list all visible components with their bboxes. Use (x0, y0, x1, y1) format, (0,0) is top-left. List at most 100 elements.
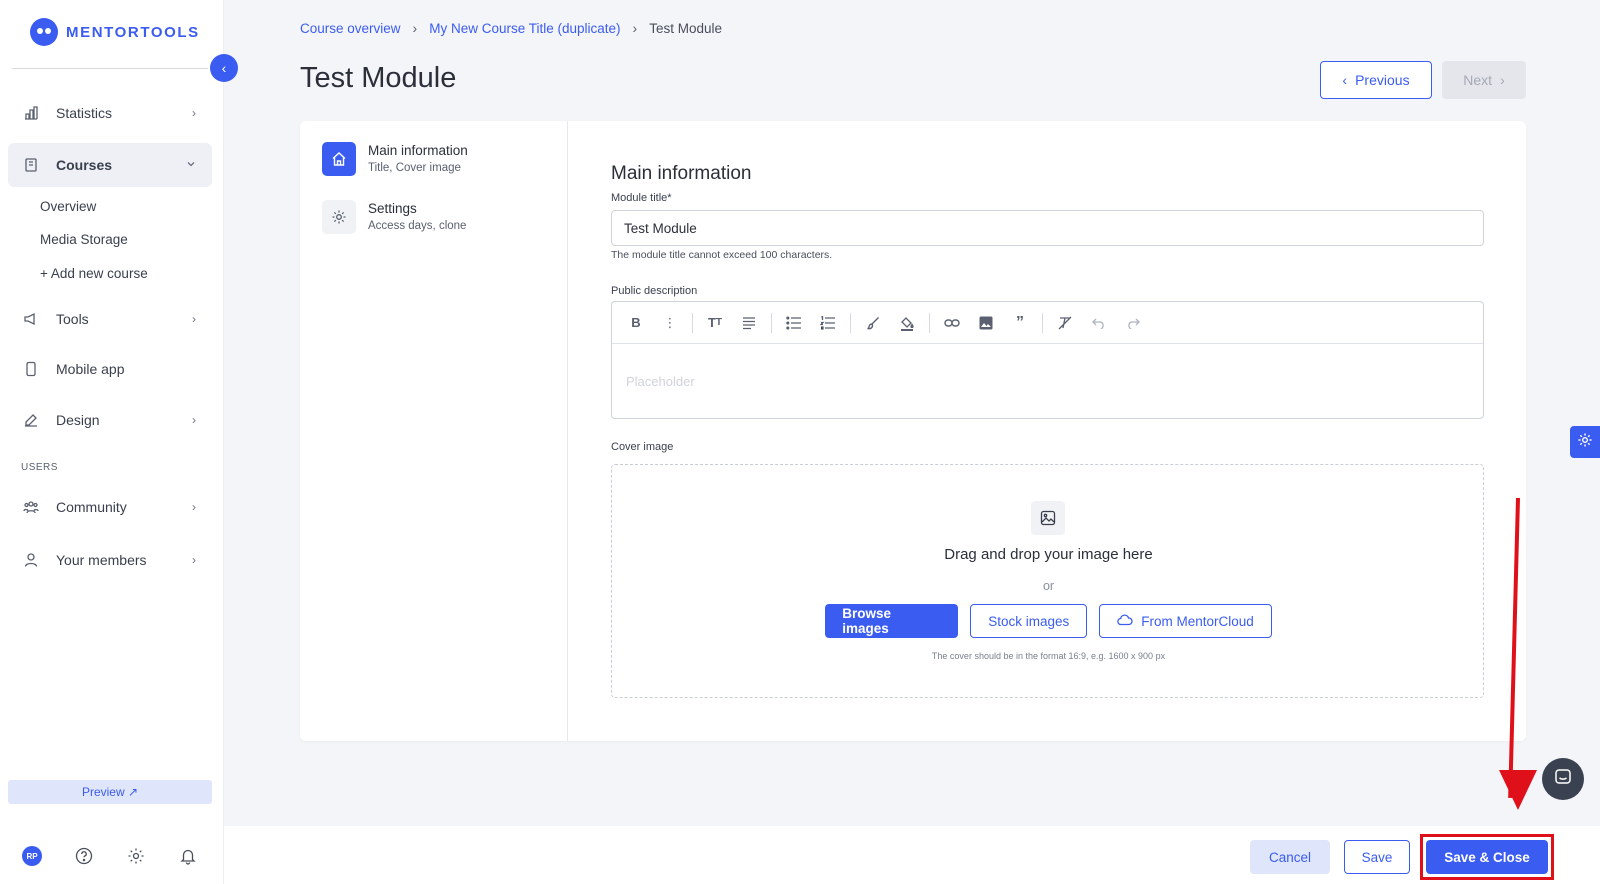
toolbar-divider (929, 312, 930, 333)
previous-label: Previous (1355, 72, 1410, 88)
collapse-sidebar-button[interactable]: ‹ (210, 54, 238, 82)
image-icon (1031, 501, 1065, 535)
module-editor-card: Main information Title, Cover image Sett… (300, 121, 1526, 741)
gear-icon[interactable] (126, 846, 146, 866)
chevron-right-icon: › (192, 553, 196, 567)
chevron-right-icon: › (412, 20, 418, 36)
toolbar-divider (850, 312, 851, 333)
sidebar-item-tools[interactable]: Tools › (8, 297, 212, 341)
undo-icon[interactable] (1085, 309, 1113, 337)
numbered-list-icon[interactable] (814, 309, 842, 337)
description-editor-body[interactable]: Placeholder (612, 344, 1483, 419)
cover-format-note: The cover should be in the format 16:9, … (931, 651, 1166, 661)
sidebar-item-label: Your members (56, 552, 147, 568)
brand-name: MENTORTOOLS (66, 23, 200, 41)
sidebar: MENTORTOOLS Statistics › Courses Overvie… (0, 0, 224, 884)
quote-icon[interactable]: ” (1006, 309, 1034, 337)
steps-panel: Main information Title, Cover image Sett… (300, 121, 568, 741)
chevron-left-icon: ‹ (1342, 72, 1348, 88)
sidebar-subitem-add-course[interactable]: + Add new course (40, 266, 148, 281)
mentorcloud-button[interactable]: From MentorCloud (1099, 604, 1272, 638)
people-icon (22, 498, 40, 516)
sidebar-item-community[interactable]: Community › (8, 485, 212, 529)
logo-icon (30, 18, 58, 46)
sidebar-item-label: Community (56, 499, 127, 515)
sidebar-item-label: Mobile app (56, 361, 125, 377)
sidebar-item-label: Statistics (56, 105, 113, 121)
text-size-icon[interactable]: TT (701, 309, 729, 337)
help-icon[interactable] (74, 846, 94, 866)
step-main-information[interactable]: Main information Title, Cover image (322, 142, 468, 176)
bold-icon[interactable]: B (622, 309, 650, 337)
cancel-button[interactable]: Cancel (1250, 840, 1330, 874)
cover-image-label: Cover image (611, 441, 674, 453)
clear-format-icon[interactable] (1051, 309, 1079, 337)
align-icon[interactable] (735, 309, 763, 337)
save-button[interactable]: Save (1344, 840, 1410, 874)
section-title: Main information (611, 163, 752, 184)
step-title: Main information (368, 143, 468, 158)
annotation-arrow-head (1499, 770, 1537, 810)
mentorcloud-label: From MentorCloud (1141, 613, 1254, 629)
gear-icon (1577, 432, 1593, 453)
more-vertical-icon[interactable]: ⋮ (656, 309, 684, 337)
chevron-right-icon: › (632, 20, 638, 36)
person-icon (22, 551, 40, 569)
sidebar-subitem-overview[interactable]: Overview (40, 199, 96, 214)
phone-icon (22, 360, 40, 378)
module-title-input[interactable] (611, 210, 1484, 246)
sidebar-item-courses[interactable]: Courses (8, 143, 212, 187)
sidebar-item-label: Design (56, 412, 100, 428)
users-section-heading: USERS (21, 462, 58, 473)
save-and-close-button[interactable]: Save & Close (1426, 840, 1548, 874)
browse-images-button[interactable]: Browse images (825, 604, 959, 638)
sidebar-item-statistics[interactable]: Statistics › (8, 91, 212, 135)
brand-logo[interactable]: MENTORTOOLS (30, 18, 200, 46)
sidebar-item-mobile-app[interactable]: Mobile app (8, 347, 212, 391)
fill-color-icon[interactable] (893, 309, 921, 337)
bullet-list-icon[interactable] (780, 309, 808, 337)
pencil-icon (22, 411, 40, 429)
next-button[interactable]: Next › (1442, 61, 1526, 99)
bell-icon[interactable] (178, 846, 198, 866)
brush-icon[interactable] (859, 309, 887, 337)
step-subtitle: Title, Cover image (368, 162, 461, 174)
toolbar-divider (692, 312, 693, 333)
book-icon (22, 156, 40, 174)
page-title: Test Module (300, 62, 457, 94)
chevron-right-icon: › (192, 106, 196, 120)
redo-icon[interactable] (1119, 309, 1147, 337)
sidebar-bottom-icons: RP (22, 846, 198, 866)
breadcrumb: Course overview › My New Course Title (d… (300, 20, 722, 36)
settings-gear-button[interactable] (1570, 426, 1600, 458)
chevron-right-icon: › (192, 500, 196, 514)
sidebar-item-label: Courses (56, 157, 113, 173)
chat-icon (1554, 768, 1572, 791)
sidebar-item-design[interactable]: Design › (8, 398, 212, 442)
megaphone-icon (22, 310, 40, 328)
image-icon[interactable] (972, 309, 1000, 337)
bar-chart-icon (22, 104, 40, 122)
cover-image-dropzone[interactable]: Drag and drop your image here or Browse … (611, 464, 1484, 698)
home-icon (322, 142, 356, 176)
previous-button[interactable]: ‹ Previous (1320, 61, 1432, 99)
chevron-right-icon: › (192, 312, 196, 326)
toolbar-divider (1042, 312, 1043, 333)
breadcrumb-course-title[interactable]: My New Course Title (duplicate) (429, 21, 620, 36)
chevron-right-icon: › (192, 413, 196, 427)
link-icon[interactable] (938, 309, 966, 337)
stock-images-button[interactable]: Stock images (970, 604, 1088, 638)
dropzone-actions: Browse images Stock images From MentorCl… (612, 604, 1485, 638)
step-title: Settings (368, 201, 417, 216)
chevron-right-icon: › (1500, 72, 1505, 88)
avatar[interactable]: RP (22, 846, 42, 866)
breadcrumb-course-overview[interactable]: Course overview (300, 21, 401, 36)
module-title-hint: The module title cannot exceed 100 chara… (611, 249, 833, 261)
chat-button[interactable] (1542, 758, 1584, 800)
sidebar-item-members[interactable]: Your members › (8, 538, 212, 582)
step-settings[interactable]: Settings Access days, clone (322, 200, 466, 234)
preview-button[interactable]: Preview ↗ (8, 780, 212, 804)
toolbar-divider (771, 312, 772, 333)
chevron-down-icon (186, 158, 196, 172)
sidebar-subitem-media-storage[interactable]: Media Storage (40, 232, 128, 247)
